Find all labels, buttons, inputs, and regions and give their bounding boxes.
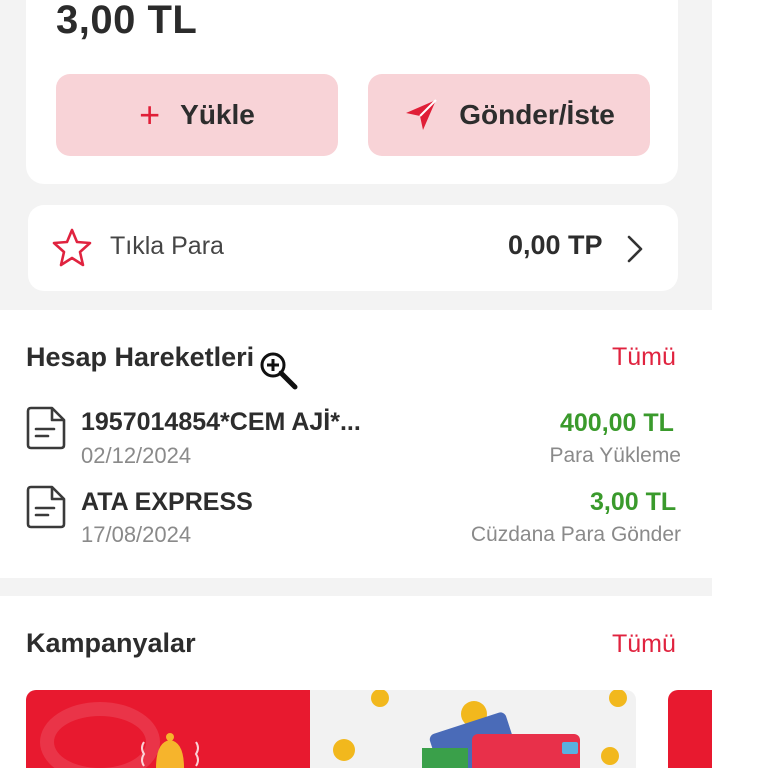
tikla-para-label: Tıkla Para: [110, 232, 224, 260]
campaigns-title: Kampanyalar: [26, 628, 196, 658]
zoom-in-cursor-icon: [260, 352, 298, 390]
transaction-date: 02/12/2024: [81, 443, 192, 468]
star-icon: [52, 228, 92, 267]
transaction-date: 17/08/2024: [81, 522, 192, 547]
transaction-title[interactable]: 1957014854*CEM AJİ*...: [81, 408, 361, 437]
transaction-amount: 400,00 TL: [560, 409, 674, 437]
transaction-title[interactable]: ATA EXPRESS: [81, 488, 253, 517]
load-money-label: Yükle: [180, 99, 255, 130]
transaction-type: Cüzdana Para Gönder: [470, 523, 681, 546]
transactions-see-all-link[interactable]: Tümü: [612, 343, 676, 372]
document-icon: [26, 406, 66, 450]
document-icon: [26, 485, 66, 529]
campaigns-see-all-link[interactable]: Tümü: [612, 630, 676, 659]
screen-gutter: [712, 0, 768, 768]
banner-red-panel: [26, 690, 310, 768]
transaction-type: Para Yükleme: [549, 444, 681, 467]
wallet-balance: 3,00 TL: [56, 0, 198, 42]
transactions-title: Hesap Hareketleri: [26, 342, 255, 372]
next-campaign-banner[interactable]: [668, 690, 712, 768]
campaign-banner[interactable]: [26, 690, 636, 768]
wallet-cards-illustration: [333, 690, 627, 768]
transaction-amount: 3,00 TL: [590, 488, 677, 516]
send-request-label: Gönder/İste: [459, 99, 615, 130]
chevron-right-icon[interactable]: [624, 233, 646, 265]
plus-icon: +: [139, 94, 161, 135]
bell-icon: [141, 733, 199, 768]
tikla-para-value: 0,00 TP: [508, 230, 603, 260]
send-request-button[interactable]: Gönder/İste: [368, 74, 650, 156]
send-arrow-icon: [406, 99, 437, 130]
load-money-button[interactable]: + Yükle: [56, 74, 338, 156]
